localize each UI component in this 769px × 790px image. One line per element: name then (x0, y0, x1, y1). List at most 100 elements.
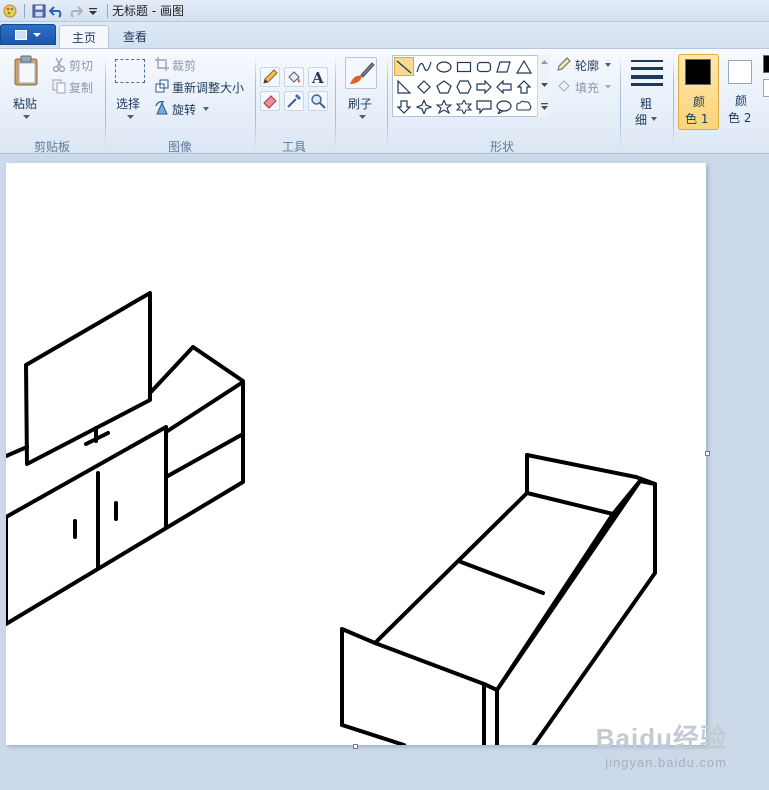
outline-chevron-down-icon (605, 63, 611, 67)
resize-handle-bottom[interactable] (353, 744, 358, 749)
title-bar: 无标题 - 画图 (0, 0, 769, 22)
watermark-url: jingyan.baidu.com (605, 755, 727, 770)
copy-button[interactable]: 复制 (52, 78, 102, 96)
svg-text:A: A (311, 69, 324, 85)
shapes-scrollbar[interactable] (537, 55, 550, 117)
six-point-star-shape-icon[interactable] (454, 97, 474, 116)
text-icon[interactable]: A (308, 67, 328, 87)
group-separator (255, 55, 256, 149)
drawing-canvas[interactable] (6, 163, 706, 745)
right-arrow-shape-icon[interactable] (474, 77, 494, 96)
window-title: 无标题 - 画图 (112, 4, 184, 18)
fill-bucket-icon (558, 80, 570, 92)
rounded-rectangle-shape-icon[interactable] (474, 57, 494, 76)
diamond-shape-icon[interactable] (414, 77, 434, 96)
color1-button[interactable]: 颜 色 1 (678, 54, 719, 130)
polygon-shape-icon[interactable] (494, 57, 514, 76)
redo-icon[interactable] (67, 3, 83, 19)
resize-handle-right[interactable] (705, 451, 710, 456)
left-arrow-shape-icon[interactable] (494, 77, 514, 96)
save-icon[interactable] (31, 3, 47, 19)
triangle-shape-icon[interactable] (514, 57, 534, 76)
color2-label-line1: 颜 (735, 94, 748, 108)
oval-shape-icon[interactable] (434, 57, 454, 76)
paint-menu-button[interactable] (0, 24, 56, 45)
outline-label: 轮廓 (575, 59, 600, 73)
cloud-callout-shape-icon[interactable] (514, 97, 534, 116)
color1-label-line2: 色 1 (685, 112, 709, 126)
select-button[interactable]: 选择 (112, 53, 148, 129)
select-rectangle-icon (115, 59, 145, 83)
shapes-expand-icon[interactable] (541, 103, 548, 111)
cut-label: 剪切 (69, 59, 94, 73)
five-point-star-shape-icon[interactable] (434, 97, 454, 116)
outline-button[interactable]: 轮廓 (556, 56, 614, 74)
fill-label: 填充 (575, 81, 600, 95)
scroll-down-icon[interactable] (541, 83, 548, 88)
chevron-down-icon (33, 32, 41, 37)
palette-swatch-white[interactable] (763, 79, 769, 97)
cabinet-top (6, 345, 245, 626)
size-label-line1: 粗 (640, 97, 653, 111)
scroll-up-icon[interactable] (541, 60, 548, 65)
eraser-icon[interactable] (260, 91, 280, 111)
resize-button[interactable]: 重新调整大小 (155, 78, 250, 96)
title-separator-2 (107, 3, 108, 18)
brushes-chevron-down-icon (359, 115, 366, 119)
menu-icon (15, 29, 27, 40)
fill-button[interactable]: 填充 (556, 78, 614, 96)
undo-icon[interactable] (49, 3, 65, 19)
tools-group-label: 工具 (281, 140, 306, 154)
watermark-logo: Baidu经验 (595, 723, 727, 753)
pentagon-shape-icon[interactable] (434, 77, 454, 96)
color2-swatch (728, 60, 752, 84)
image-group-label: 图像 (167, 140, 192, 154)
fill-icon[interactable] (284, 67, 304, 87)
group-separator (387, 55, 388, 149)
pencil-icon[interactable] (260, 67, 280, 87)
rectangle-shape-icon[interactable] (454, 57, 474, 76)
shapes-gallery[interactable] (392, 55, 550, 117)
customize-quick-access-icon[interactable] (85, 3, 101, 19)
right-triangle-shape-icon[interactable] (394, 77, 414, 96)
color-picker-icon[interactable] (284, 91, 304, 111)
brushes-label: 刷子 (348, 97, 373, 111)
clipboard-group-label: 剪贴板 (33, 140, 70, 154)
rect-callout-shape-icon[interactable] (474, 97, 494, 116)
palette-swatch-black[interactable] (763, 55, 769, 73)
hexagon-shape-icon[interactable] (454, 77, 474, 96)
tab-view[interactable]: 查看 (111, 25, 159, 48)
up-arrow-shape-icon[interactable] (514, 77, 534, 96)
canvas-workspace: Baidu经验 jingyan.baidu.com (0, 155, 769, 790)
outline-icon (557, 57, 571, 71)
crop-button[interactable]: 裁剪 (155, 56, 205, 74)
copy-label: 复制 (69, 81, 94, 95)
crop-icon (155, 57, 169, 71)
paste-label: 粘贴 (13, 97, 38, 111)
paint-app-icon[interactable] (2, 3, 18, 19)
line-shape-icon[interactable] (394, 57, 414, 76)
tv-screen (24, 291, 152, 466)
select-chevron-down-icon (127, 115, 134, 119)
rotate-label: 旋转 (172, 103, 197, 117)
down-arrow-shape-icon[interactable] (394, 97, 414, 116)
color2-button[interactable]: 颜 色 2 (722, 54, 760, 130)
rotate-button[interactable]: 旋转 (155, 100, 215, 118)
sofa-front (482, 682, 499, 745)
four-point-star-shape-icon[interactable] (414, 97, 434, 116)
ribbon-home: 粘贴 剪切 复制 剪贴板 选择 裁剪 重新调整大小 旋转 图像 A 工具 刷子 … (0, 48, 769, 154)
crop-label: 裁剪 (172, 59, 197, 73)
group-separator (620, 55, 621, 149)
magnifier-icon[interactable] (308, 91, 328, 111)
title-separator (24, 3, 25, 18)
oval-callout-shape-icon[interactable] (494, 97, 514, 116)
size-button[interactable]: 粗 细 (625, 53, 669, 129)
cut-button[interactable]: 剪切 (52, 56, 102, 74)
curve-shape-icon[interactable] (414, 57, 434, 76)
brush-icon (345, 57, 377, 89)
paste-button[interactable]: 粘贴 (8, 53, 44, 129)
tab-home[interactable]: 主页 (59, 25, 110, 48)
brushes-button[interactable]: 刷子 (341, 53, 381, 129)
scissors-icon (52, 57, 66, 72)
rotate-chevron-down-icon (203, 107, 209, 111)
